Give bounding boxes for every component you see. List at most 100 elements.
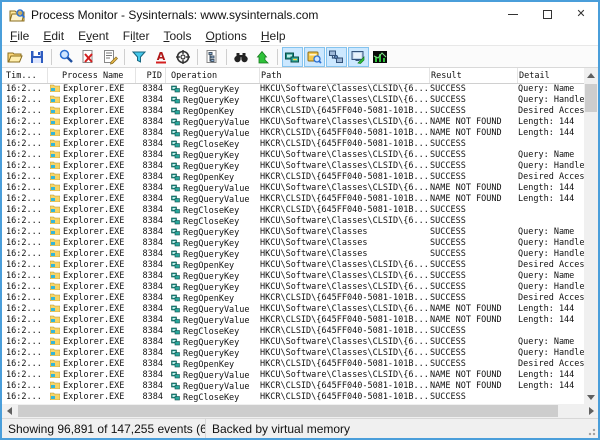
- event-operation: RegQueryKey: [166, 238, 260, 249]
- clear-icon: [80, 49, 96, 65]
- event-row[interactable]: 16:2...Explorer.EXE8384RegQueryKeyHKCU\S…: [2, 161, 584, 172]
- scroll-right-button[interactable]: [584, 404, 598, 418]
- event-row[interactable]: 16:2...Explorer.EXE8384RegQueryKeyHKCU\S…: [2, 227, 584, 238]
- column-header-processname[interactable]: Process Name: [48, 68, 136, 83]
- menu-file[interactable]: File: [3, 28, 36, 44]
- event-row[interactable]: 16:2...Explorer.EXE8384RegQueryKeyHKCU\S…: [2, 337, 584, 348]
- column-header-detail[interactable]: Detail: [518, 68, 584, 83]
- horizontal-scroll-thumb[interactable]: [18, 405, 558, 417]
- menu-event[interactable]: Event: [71, 28, 116, 44]
- menu-options[interactable]: Options: [198, 28, 253, 44]
- vertical-scroll-thumb[interactable]: [585, 84, 597, 112]
- event-result: NAME NOT FOUND: [430, 304, 518, 315]
- event-detail: [518, 326, 584, 337]
- event-pid: 8384: [136, 95, 166, 106]
- event-row[interactable]: 16:2...Explorer.EXE8384RegQueryKeyHKCU\S…: [2, 84, 584, 95]
- jump-to-button[interactable]: [253, 47, 274, 67]
- event-row[interactable]: 16:2...Explorer.EXE8384RegQueryKeyHKCU\S…: [2, 95, 584, 106]
- event-row[interactable]: 16:2...Explorer.EXE8384RegQueryValueHKCR…: [2, 315, 584, 326]
- event-pid: 8384: [136, 348, 166, 359]
- event-result: NAME NOT FOUND: [430, 381, 518, 392]
- clear-button[interactable]: [78, 47, 99, 67]
- scroll-down-button[interactable]: [584, 390, 598, 404]
- event-detail: Query: Handle..: [518, 238, 584, 249]
- show-network-activity-button[interactable]: [326, 47, 347, 67]
- scroll-up-button[interactable]: [584, 68, 598, 82]
- event-detail: Query: Name: [518, 271, 584, 282]
- event-row[interactable]: 16:2...Explorer.EXE8384RegCloseKeyHKCR\C…: [2, 205, 584, 216]
- event-row[interactable]: 16:2...Explorer.EXE8384RegOpenKeyHKCR\CL…: [2, 172, 584, 183]
- event-row[interactable]: 16:2...Explorer.EXE8384RegOpenKeyHKCR\CL…: [2, 293, 584, 304]
- event-row[interactable]: 16:2...Explorer.EXE8384RegQueryValueHKCU…: [2, 370, 584, 381]
- column-header-pid[interactable]: PID: [136, 68, 166, 83]
- show-profiling-events-button[interactable]: [370, 47, 391, 67]
- event-row[interactable]: 16:2...Explorer.EXE8384RegQueryValueHKCU…: [2, 117, 584, 128]
- event-row[interactable]: 16:2...Explorer.EXE8384RegQueryValueHKCR…: [2, 128, 584, 139]
- event-path: HKCR\CLSID\{645FF040-5081-101B...: [260, 381, 430, 392]
- event-result: NAME NOT FOUND: [430, 370, 518, 381]
- event-result: SUCCESS: [430, 392, 518, 403]
- event-process: Explorer.EXE: [48, 95, 136, 106]
- menu-edit[interactable]: Edit: [36, 28, 71, 44]
- event-row[interactable]: 16:2...Explorer.EXE8384RegOpenKeyHKCR\CL…: [2, 106, 584, 117]
- event-row[interactable]: 16:2...Explorer.EXE8384RegQueryKeyHKCU\S…: [2, 271, 584, 282]
- event-row[interactable]: 16:2...Explorer.EXE8384RegQueryKeyHKCU\S…: [2, 348, 584, 359]
- registry-operation-icon: [171, 128, 180, 137]
- event-row[interactable]: 16:2...Explorer.EXE8384RegQueryValueHKCU…: [2, 183, 584, 194]
- event-row[interactable]: 16:2...Explorer.EXE8384RegQueryKeyHKCU\S…: [2, 249, 584, 260]
- event-detail: Length: 144: [518, 370, 584, 381]
- status-backing-store: Backed by virtual memory: [206, 422, 598, 436]
- capture-button[interactable]: [56, 47, 77, 67]
- resize-grip-icon[interactable]: [586, 426, 596, 436]
- save-button[interactable]: [27, 47, 48, 67]
- window-title: Process Monitor - Sysinternals: www.sysi…: [31, 8, 496, 22]
- open-button[interactable]: [5, 47, 26, 67]
- event-time: 16:2...: [2, 183, 48, 194]
- minimize-button[interactable]: [496, 2, 530, 27]
- menu-tools[interactable]: Tools: [156, 28, 198, 44]
- event-result: SUCCESS: [430, 249, 518, 260]
- vertical-scrollbar[interactable]: [584, 68, 598, 404]
- maximize-button[interactable]: [530, 2, 564, 27]
- scroll-left-button[interactable]: [2, 404, 16, 418]
- event-operation: RegOpenKey: [166, 106, 260, 117]
- column-header-operation[interactable]: Operation: [166, 68, 260, 83]
- find-button[interactable]: [231, 47, 252, 67]
- event-process: Explorer.EXE: [48, 183, 136, 194]
- close-button[interactable]: ✕: [564, 2, 598, 27]
- event-operation: RegQueryValue: [166, 315, 260, 326]
- registry-operation-icon: [171, 150, 180, 159]
- event-row[interactable]: 16:2...Explorer.EXE8384RegQueryKeyHKCU\S…: [2, 282, 584, 293]
- event-detail: Length: 144: [518, 304, 584, 315]
- event-row[interactable]: 16:2...Explorer.EXE8384RegCloseKeyHKCR\C…: [2, 139, 584, 150]
- event-row[interactable]: 16:2...Explorer.EXE8384RegCloseKeyHKCR\C…: [2, 392, 584, 403]
- event-row[interactable]: 16:2...Explorer.EXE8384RegCloseKeyHKCU\S…: [2, 216, 584, 227]
- show-process-activity-button[interactable]: [348, 47, 369, 67]
- horizontal-scrollbar[interactable]: [2, 404, 598, 418]
- event-row[interactable]: 16:2...Explorer.EXE8384RegQueryKeyHKCU\S…: [2, 238, 584, 249]
- menu-filter[interactable]: Filter: [116, 28, 157, 44]
- highlight-button[interactable]: A: [151, 47, 172, 67]
- registry-operation-icon: [171, 238, 180, 247]
- event-process: Explorer.EXE: [48, 282, 136, 293]
- event-pid: 8384: [136, 381, 166, 392]
- event-row[interactable]: 16:2...Explorer.EXE8384RegQueryValueHKCR…: [2, 381, 584, 392]
- show-filesystem-activity-button[interactable]: [304, 47, 325, 67]
- column-header-result[interactable]: Result: [430, 68, 518, 83]
- column-header-tim[interactable]: Tim...: [2, 68, 48, 83]
- menu-help[interactable]: Help: [254, 28, 293, 44]
- autoscroll-button[interactable]: [100, 47, 121, 67]
- column-header-path[interactable]: Path: [260, 68, 430, 83]
- event-row[interactable]: 16:2...Explorer.EXE8384RegOpenKeyHKCU\So…: [2, 260, 584, 271]
- include-process-from-window-button[interactable]: [173, 47, 194, 67]
- filter-button[interactable]: [129, 47, 150, 67]
- event-pid: 8384: [136, 172, 166, 183]
- process-tree-button[interactable]: [202, 47, 223, 67]
- event-row[interactable]: 16:2...Explorer.EXE8384RegQueryValueHKCU…: [2, 304, 584, 315]
- event-row[interactable]: 16:2...Explorer.EXE8384RegCloseKeyHKCR\C…: [2, 326, 584, 337]
- event-row[interactable]: 16:2...Explorer.EXE8384RegOpenKeyHKCR\CL…: [2, 359, 584, 370]
- show-registry-activity-button[interactable]: [282, 47, 303, 67]
- event-row[interactable]: 16:2...Explorer.EXE8384RegQueryKeyHKCU\S…: [2, 150, 584, 161]
- event-row[interactable]: 16:2...Explorer.EXE8384RegQueryValueHKCR…: [2, 194, 584, 205]
- event-time: 16:2...: [2, 227, 48, 238]
